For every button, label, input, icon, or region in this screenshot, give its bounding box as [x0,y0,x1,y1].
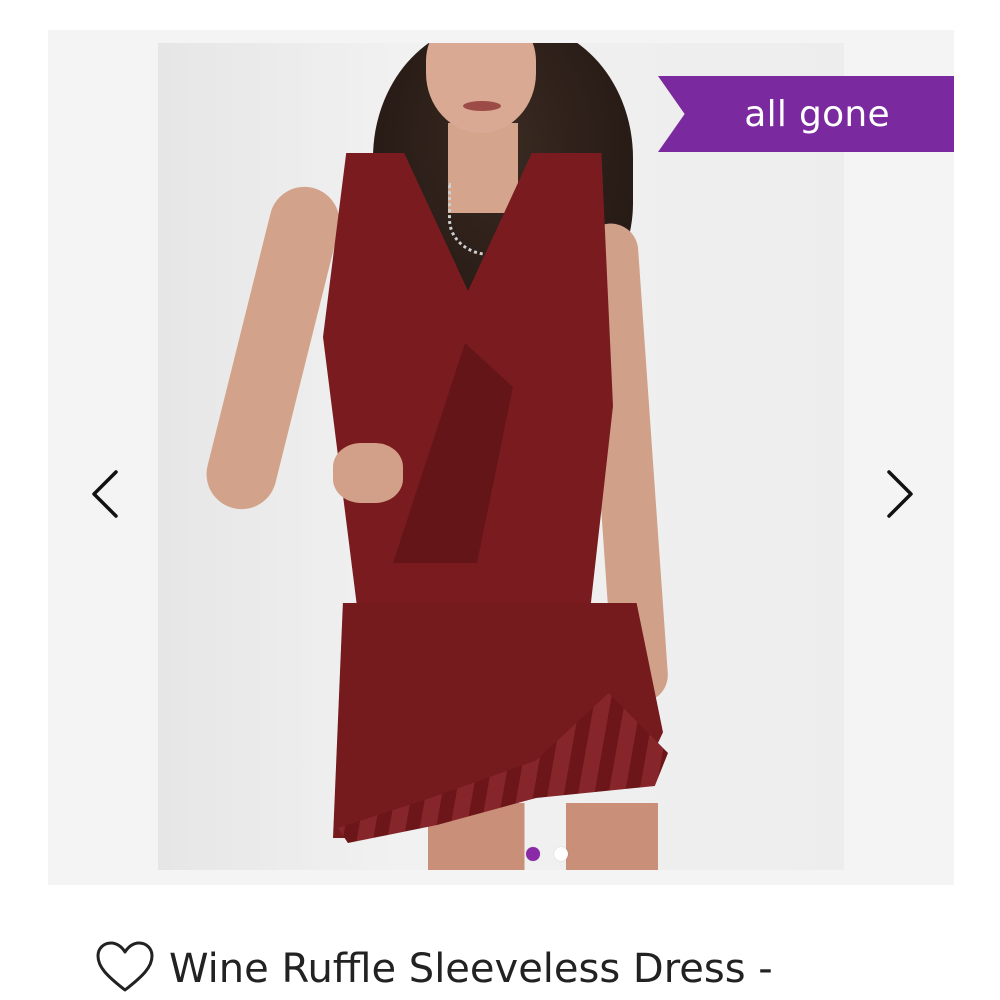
status-badge-label: all gone [744,93,890,135]
chevron-left-icon [92,470,118,518]
model-lips [463,101,501,111]
status-badge: all gone [658,76,954,152]
favorite-button[interactable] [95,940,155,998]
model-hand [333,443,403,503]
gallery-dot-2[interactable] [554,847,568,861]
product-title-row: Wine Ruffle Sleeveless Dress - [95,940,773,998]
next-image-button[interactable] [880,466,920,522]
product-page: all gone Wine Ruffle Sleeveless Dress - [0,0,1000,1000]
image-gallery [48,30,954,885]
heart-icon [96,941,154,992]
product-photo[interactable] [158,43,844,870]
gallery-dot-1[interactable] [526,847,540,861]
prev-image-button[interactable] [85,466,125,522]
product-title: Wine Ruffle Sleeveless Dress - [169,946,773,992]
gallery-dots [526,847,568,861]
chevron-right-icon [887,470,913,518]
